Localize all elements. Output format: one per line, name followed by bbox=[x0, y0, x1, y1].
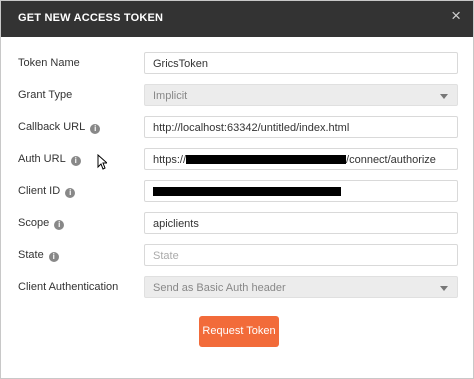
callback-url-label-wrap: Callback URL i bbox=[18, 121, 101, 134]
state-label: State bbox=[18, 249, 44, 261]
scope-input[interactable]: apiclients bbox=[144, 212, 458, 234]
grant-type-label: Grant Type bbox=[18, 89, 73, 101]
info-icon[interactable]: i bbox=[70, 156, 81, 166]
scope-label-wrap: Scope i bbox=[18, 217, 65, 230]
grant-type-value: Implicit bbox=[153, 90, 188, 102]
auth-url-input[interactable]: https:// /connect/authorize bbox=[144, 148, 458, 170]
callback-url-label: Callback URL bbox=[18, 121, 86, 133]
close-icon[interactable]: × bbox=[451, 6, 461, 26]
token-name-label: Token Name bbox=[18, 57, 80, 69]
token-name-row: Token Name GricsToken bbox=[1, 52, 473, 76]
auth-url-label-wrap: Auth URL i bbox=[18, 153, 81, 166]
scope-label: Scope bbox=[18, 217, 50, 229]
auth-url-row: Auth URL i https:// /connect/authorize bbox=[1, 148, 473, 172]
grant-type-row: Grant Type Implicit bbox=[1, 84, 473, 108]
state-input[interactable]: State bbox=[144, 244, 458, 266]
chevron-down-icon bbox=[440, 286, 448, 291]
request-token-button[interactable]: Request Token bbox=[199, 316, 279, 347]
info-icon[interactable]: i bbox=[54, 220, 65, 230]
client-id-row: Client ID i bbox=[1, 180, 473, 204]
access-token-dialog: GET NEW ACCESS TOKEN × Token Name GricsT… bbox=[0, 0, 474, 379]
info-icon[interactable]: i bbox=[90, 124, 101, 134]
info-icon[interactable]: i bbox=[48, 252, 59, 262]
client-id-input[interactable] bbox=[144, 180, 458, 202]
dialog-title: GET NEW ACCESS TOKEN bbox=[18, 12, 164, 24]
state-row: State i State bbox=[1, 244, 473, 268]
auth-url-label: Auth URL bbox=[18, 153, 66, 165]
chevron-down-icon bbox=[440, 94, 448, 99]
client-authentication-select[interactable]: Send as Basic Auth header bbox=[144, 276, 458, 298]
client-id-label-wrap: Client ID i bbox=[18, 185, 76, 198]
dialog-titlebar: GET NEW ACCESS TOKEN × bbox=[1, 1, 473, 37]
redaction-mark bbox=[186, 155, 347, 164]
scope-row: Scope i apiclients bbox=[1, 212, 473, 236]
mouse-cursor-icon bbox=[97, 154, 107, 170]
grant-type-select[interactable]: Implicit bbox=[144, 84, 458, 106]
state-label-wrap: State i bbox=[18, 249, 59, 262]
callback-url-row: Callback URL i http://localhost:63342/unt… bbox=[1, 116, 473, 140]
token-name-input[interactable]: GricsToken bbox=[144, 52, 458, 74]
redaction-mark bbox=[153, 187, 341, 196]
client-authentication-value: Send as Basic Auth header bbox=[153, 282, 286, 294]
auth-url-prefix: https:// bbox=[153, 154, 187, 166]
auth-url-suffix: /connect/authorize bbox=[346, 154, 436, 166]
callback-url-input[interactable]: http://localhost:63342/untitled/index.ht… bbox=[144, 116, 458, 138]
client-authentication-label: Client Authentication bbox=[18, 281, 119, 293]
client-id-label: Client ID bbox=[18, 185, 61, 197]
client-authentication-row: Client Authentication Send as Basic Auth… bbox=[1, 276, 473, 300]
info-icon[interactable]: i bbox=[65, 188, 76, 198]
